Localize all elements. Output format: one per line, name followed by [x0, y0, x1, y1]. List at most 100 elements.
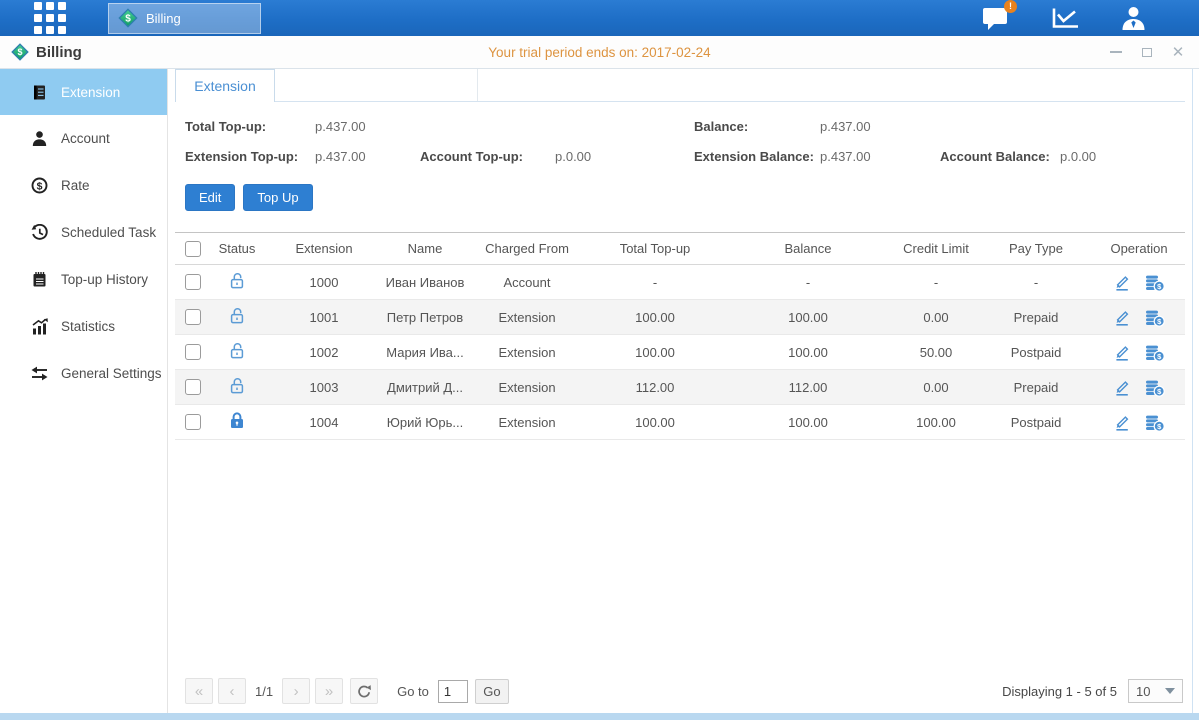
topup-coins-icon[interactable]: $ [1145, 378, 1165, 397]
sidebar-item-general-settings[interactable]: General Settings [0, 350, 167, 397]
table-row[interactable]: 1002Мария Ива...Extension100.00100.0050.… [175, 335, 1185, 370]
extension-cell: 1003 [265, 370, 383, 405]
sidebar-item-scheduled-task[interactable]: Scheduled Task [0, 209, 167, 256]
pay-type-cell: - [979, 265, 1093, 300]
row-checkbox[interactable] [185, 344, 201, 360]
row-checkbox[interactable] [185, 309, 201, 325]
credit-limit-cell: 0.00 [893, 300, 979, 335]
sidebar-item-label: Statistics [61, 319, 115, 334]
ledger-icon [31, 84, 48, 101]
status-cell [209, 300, 265, 335]
page-size-select[interactable]: 10 [1128, 679, 1183, 703]
edit-icon[interactable] [1113, 343, 1131, 361]
charged-from-cell: Extension [467, 370, 587, 405]
notebook-icon [31, 271, 48, 288]
first-page-button[interactable]: « [185, 678, 213, 704]
row-checkbox[interactable] [185, 379, 201, 395]
person-icon [31, 130, 48, 147]
row-checkbox[interactable] [185, 274, 201, 290]
go-button[interactable]: Go [475, 679, 509, 704]
row-checkbox[interactable] [185, 414, 201, 430]
table-row[interactable]: 1001Петр ПетровExtension100.00100.000.00… [175, 300, 1185, 335]
name-cell: Иван Иванов [383, 265, 467, 300]
sidebar-item-topup-history[interactable]: Top-up History [0, 256, 167, 303]
operation-cell: $ [1093, 378, 1185, 397]
lock-closed-icon [229, 411, 245, 430]
sidebar-item-label: Scheduled Task [61, 225, 156, 240]
balance-cell: 100.00 [723, 335, 893, 370]
line-chart-icon [1050, 6, 1080, 30]
goto-label: Go to [397, 684, 429, 699]
app-grid-icon[interactable] [34, 2, 66, 34]
topup-coins-icon[interactable]: $ [1145, 343, 1165, 362]
app-tab-billing[interactable]: $ Billing [108, 3, 261, 34]
sidebar-item-account[interactable]: Account [0, 115, 167, 162]
column-pay-type: Pay Type [979, 233, 1093, 265]
maximize-icon[interactable] [1140, 45, 1154, 59]
edit-icon[interactable] [1113, 273, 1131, 291]
extension-topup-label: Extension Top-up: [185, 149, 315, 164]
sidebar-item-label: General Settings [61, 366, 162, 381]
sidebar-item-rate[interactable]: $ Rate [0, 162, 167, 209]
column-extension: Extension [265, 233, 383, 265]
edit-icon[interactable] [1113, 308, 1131, 326]
credit-limit-cell: 0.00 [893, 370, 979, 405]
sidebar-item-statistics[interactable]: Statistics [0, 303, 167, 350]
select-all-checkbox[interactable] [185, 241, 201, 257]
trial-notice: Your trial period ends on: 2017-02-24 [0, 45, 1199, 60]
total-topup-cell: 100.00 [587, 405, 723, 440]
column-charged-from: Charged From [467, 233, 587, 265]
operation-cell: $ [1093, 413, 1185, 432]
goto-page-input[interactable] [438, 680, 468, 703]
topup-coins-icon[interactable]: $ [1145, 273, 1165, 292]
chevron-down-icon [1165, 688, 1175, 694]
table-header-row: Status Extension Name Charged From Total… [175, 233, 1185, 265]
lock-open-icon [229, 341, 245, 360]
tabbar-divider [275, 69, 478, 101]
extension-topup-value: p.437.00 [315, 149, 420, 164]
minimize-icon[interactable] [1109, 45, 1123, 59]
table-row[interactable]: 1000Иван ИвановAccount----$ [175, 265, 1185, 300]
edit-icon[interactable] [1113, 413, 1131, 431]
svg-text:$: $ [37, 180, 43, 192]
topup-coins-icon[interactable]: $ [1145, 308, 1165, 327]
credit-limit-cell: 100.00 [893, 405, 979, 440]
total-topup-cell: 100.00 [587, 300, 723, 335]
prev-page-button[interactable]: ‹ [218, 678, 246, 704]
reports-icon[interactable] [1050, 6, 1080, 30]
last-page-button[interactable]: » [315, 678, 343, 704]
close-icon[interactable]: ✕ [1171, 45, 1185, 59]
transfer-arrows-icon [31, 365, 48, 382]
table-row[interactable]: 1004Юрий Юрь...Extension100.00100.00100.… [175, 405, 1185, 440]
table-row[interactable]: 1003Дмитрий Д...Extension112.00112.000.0… [175, 370, 1185, 405]
next-page-button[interactable]: › [282, 678, 310, 704]
extension-balance-value: p.437.00 [820, 149, 940, 164]
edit-icon[interactable] [1113, 378, 1131, 396]
extension-cell: 1002 [265, 335, 383, 370]
status-cell [209, 335, 265, 370]
topup-coins-icon[interactable]: $ [1145, 413, 1165, 432]
topbar: $ Billing ! [0, 0, 1199, 36]
displaying-text: Displaying 1 - 5 of 5 [1002, 684, 1117, 699]
edit-button[interactable]: Edit [185, 184, 235, 211]
pay-type-cell: Prepaid [979, 370, 1093, 405]
name-cell: Юрий Юрь... [383, 405, 467, 440]
total-topup-cell: - [587, 265, 723, 300]
balance-value: p.437.00 [820, 119, 940, 134]
operation-cell: $ [1093, 343, 1185, 362]
pay-type-cell: Prepaid [979, 300, 1093, 335]
pagination-bar: « ‹ 1/1 › » Go to Go Displaying 1 - 5 of… [175, 678, 1185, 713]
lock-open-icon [229, 306, 245, 325]
user-account-icon[interactable] [1120, 5, 1147, 31]
account-balance-value: p.0.00 [1060, 149, 1185, 164]
refresh-button[interactable] [350, 678, 378, 704]
topup-button[interactable]: Top Up [243, 184, 312, 211]
tab-extension[interactable]: Extension [175, 69, 275, 102]
dollar-circle-icon: $ [31, 177, 48, 194]
balance-label: Balance: [694, 119, 820, 134]
sidebar-item-extension[interactable]: Extension [0, 69, 167, 115]
person-bust-icon [1120, 5, 1147, 31]
messages-icon[interactable]: ! [982, 6, 1010, 31]
sidebar-item-label: Extension [61, 85, 120, 100]
window-bottom-edge [0, 713, 1199, 720]
